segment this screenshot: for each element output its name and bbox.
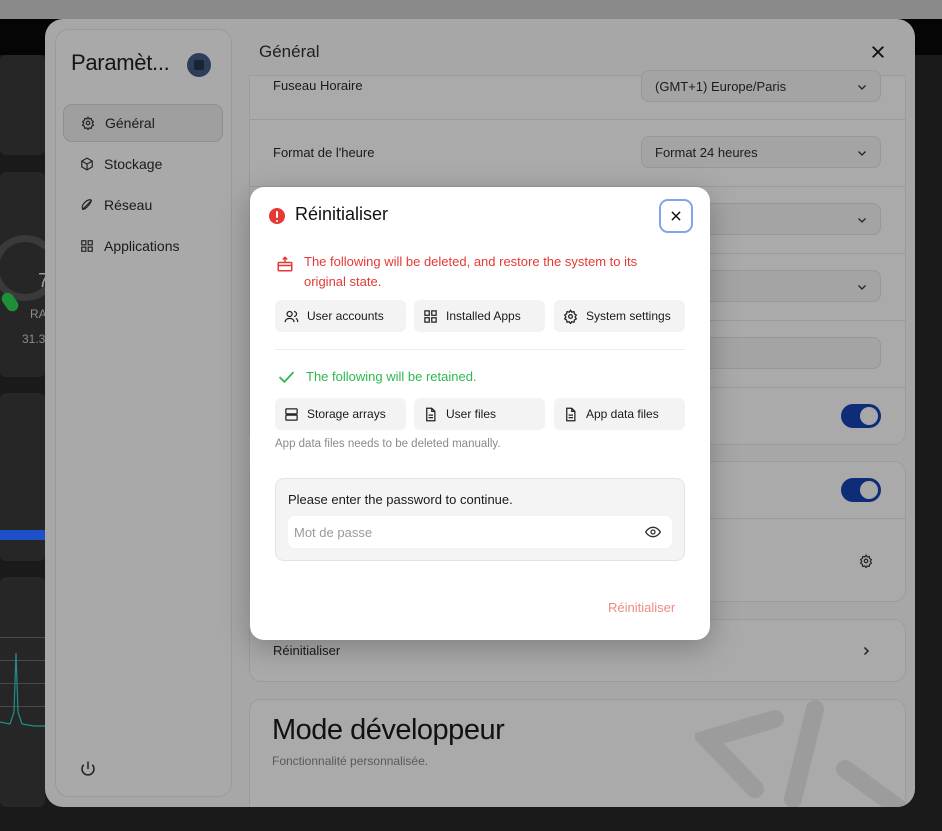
reset-label: Réinitialiser	[273, 643, 341, 658]
power-icon[interactable]	[79, 760, 97, 778]
setting-toggle-2[interactable]	[841, 478, 881, 502]
close-icon[interactable]	[869, 43, 887, 61]
apps-grid-icon	[424, 309, 437, 323]
timezone-label: Fuseau Horaire	[273, 78, 363, 93]
sidebar-item-label: Applications	[104, 238, 180, 254]
chip-label: User accounts	[307, 309, 384, 323]
manual-delete-note: App data files needs to be deleted manua…	[275, 438, 501, 450]
chip-label: Storage arrays	[307, 407, 386, 421]
chevron-down-icon	[858, 218, 866, 223]
reset-submit-button[interactable]: Réinitialiser	[608, 600, 675, 615]
ram-value: 31.3	[22, 332, 46, 346]
dialog-close-button[interactable]	[659, 199, 693, 233]
close-icon	[671, 211, 681, 221]
password-input[interactable]	[288, 516, 672, 548]
apps-grid-icon	[81, 240, 93, 252]
eye-icon[interactable]	[645, 524, 661, 540]
users-icon	[284, 310, 299, 322]
chevron-right-icon	[863, 646, 870, 656]
sidebar-item-applications[interactable]: Applications	[63, 227, 223, 265]
sidebar-item-storage[interactable]: Stockage	[63, 145, 223, 183]
network-icon	[81, 199, 93, 211]
retain-item-user-files: User files	[414, 398, 545, 430]
sidebar-item-network[interactable]: Réseau	[63, 186, 223, 224]
code-brackets-icon	[695, 700, 905, 807]
checkmark-icon	[278, 371, 295, 384]
dialog-title: Réinitialiser	[295, 204, 389, 224]
alert-icon	[269, 208, 285, 224]
chip-label: User files	[446, 407, 497, 421]
network-activity-chart	[0, 652, 46, 727]
chart-gridline	[0, 637, 46, 638]
chevron-down-icon	[858, 85, 866, 90]
delete-item-installed-apps: Installed Apps	[414, 300, 545, 332]
chip-label: Installed Apps	[446, 309, 521, 323]
timezone-select[interactable]: (GMT+1) Europe/Paris	[641, 70, 881, 102]
time-format-value: Format 24 heures	[655, 144, 758, 160]
file-icon	[426, 407, 436, 421]
password-prompt: Please enter the password to continue.	[288, 492, 513, 507]
setting-toggle-1[interactable]	[841, 404, 881, 428]
chevron-down-icon	[858, 151, 866, 156]
avatar[interactable]	[187, 53, 211, 77]
server-icon	[285, 407, 298, 421]
developer-mode-title: Mode développeur	[272, 714, 505, 746]
sidebar: Paramèt... Général Stockage Réseau Appli…	[55, 29, 232, 797]
desktop-top-bar	[0, 0, 942, 19]
eraser-icon	[277, 256, 293, 272]
time-format-label: Format de l'heure	[273, 145, 375, 160]
timezone-value: (GMT+1) Europe/Paris	[655, 78, 787, 94]
section-divider	[275, 349, 685, 350]
gear-icon	[81, 116, 95, 130]
developer-mode-subtitle: Fonctionnalité personnalisée.	[272, 754, 429, 768]
retain-text: The following will be retained.	[306, 369, 477, 384]
retain-item-storage-arrays: Storage arrays	[275, 398, 406, 430]
desktop-widget	[0, 55, 45, 155]
delete-item-system-settings: System settings	[554, 300, 685, 332]
chip-label: App data files	[586, 407, 659, 421]
usage-bar	[0, 530, 46, 540]
chevron-down-icon	[858, 285, 866, 290]
gear-icon	[563, 308, 578, 324]
sidebar-item-general[interactable]: Général	[63, 104, 223, 142]
cube-icon	[81, 157, 93, 171]
password-section: Please enter the password to continue.	[275, 478, 685, 561]
retain-item-app-data-files: App data files	[554, 398, 685, 430]
delete-warning-text: The following will be deleted, and resto…	[304, 254, 638, 289]
time-format-select[interactable]: Format 24 heures	[641, 136, 881, 168]
gear-icon[interactable]	[859, 554, 873, 568]
row-divider	[249, 119, 906, 120]
chip-label: System settings	[586, 309, 671, 323]
sidebar-item-label: Général	[105, 115, 155, 131]
page-title: Général	[259, 42, 320, 61]
sidebar-item-label: Stockage	[104, 156, 163, 172]
reset-dialog: Réinitialiser The following will be dele…	[250, 187, 710, 640]
delete-item-user-accounts: User accounts	[275, 300, 406, 332]
sidebar-item-label: Réseau	[104, 197, 153, 213]
sidebar-title: Paramèt...	[71, 50, 170, 75]
file-icon	[566, 407, 576, 421]
